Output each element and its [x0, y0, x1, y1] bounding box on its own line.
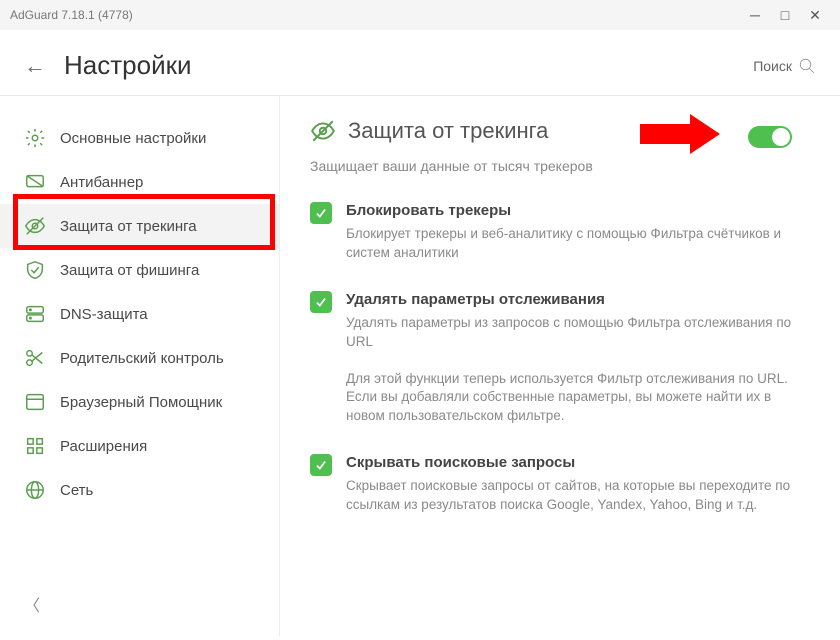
page-title: Защита от трекинга — [348, 118, 548, 144]
sidebar-item-label: Защита от фишинга — [60, 262, 199, 279]
sidebar-item-label: DNS-защита — [60, 306, 148, 323]
check-icon — [314, 458, 328, 472]
sidebar-item-antibanner[interactable]: Антибаннер — [0, 160, 279, 204]
maximize-button[interactable]: □ — [770, 7, 800, 23]
sidebar-item-label: Антибаннер — [60, 174, 143, 191]
option-remove-tracking-params: Удалять параметры отслеживания Удалять п… — [310, 291, 800, 352]
sidebar-item-dns[interactable]: DNS-защита — [0, 292, 279, 336]
sidebar-item-label: Основные настройки — [60, 130, 206, 147]
shield-check-icon — [24, 259, 46, 281]
sidebar-collapse-button[interactable]: 〈 — [0, 582, 279, 626]
title-bar: AdGuard 7.18.1 (4778) ─ □ ✕ — [0, 0, 840, 30]
option-block-trackers: Блокировать трекеры Блокирует трекеры и … — [310, 202, 800, 263]
option-title: Блокировать трекеры — [346, 202, 800, 219]
sidebar-item-label: Браузерный Помощник — [60, 394, 222, 411]
option-desc: Блокирует трекеры и веб-аналитику с помо… — [346, 225, 800, 263]
grid-icon — [24, 435, 46, 457]
monitor-slash-icon — [24, 171, 46, 193]
close-button[interactable]: ✕ — [800, 7, 830, 24]
option-hide-search-queries: Скрывать поисковые запросы Скрывает поис… — [310, 454, 800, 515]
page-title-row: Защита от трекинга — [310, 118, 800, 144]
search-icon — [798, 57, 816, 75]
toggle-knob — [772, 128, 790, 146]
sidebar-item-parental[interactable]: Родительский контроль — [0, 336, 279, 380]
sidebar-item-label: Расширения — [60, 438, 147, 455]
check-icon — [314, 206, 328, 220]
eye-slash-icon — [24, 215, 46, 237]
page-heading: Настройки — [64, 50, 753, 81]
option-note: Для этой функции теперь используется Фил… — [346, 370, 800, 427]
scissors-icon — [24, 347, 46, 369]
option-desc: Скрывает поисковые запросы от сайтов, на… — [346, 477, 800, 515]
tracking-protection-toggle[interactable] — [748, 126, 792, 148]
option-desc: Удалять параметры из запросов с помощью … — [346, 314, 800, 352]
sidebar-item-label: Родительский контроль — [60, 350, 224, 367]
sidebar-item-tracking[interactable]: Защита от трекинга — [0, 204, 279, 248]
sidebar-item-extensions[interactable]: Расширения — [0, 424, 279, 468]
sidebar-item-label: Сеть — [60, 482, 93, 499]
window-title: AdGuard 7.18.1 (4778) — [10, 8, 740, 22]
sidebar-item-assistant[interactable]: Браузерный Помощник — [0, 380, 279, 424]
server-icon — [24, 303, 46, 325]
back-arrow-icon[interactable]: ← — [24, 53, 46, 79]
sidebar-item-network[interactable]: Сеть — [0, 468, 279, 512]
minimize-button[interactable]: ─ — [740, 7, 770, 23]
checkbox-remove-tracking-params[interactable] — [310, 291, 332, 313]
eye-slash-icon — [310, 118, 336, 144]
option-title: Удалять параметры отслеживания — [346, 291, 800, 308]
sidebar-item-label: Защита от трекинга — [60, 218, 197, 235]
globe-icon — [24, 479, 46, 501]
search-label: Поиск — [753, 58, 792, 74]
header: ← Настройки Поиск — [0, 30, 840, 95]
content-pane: Защита от трекинга Защищает ваши данные … — [280, 96, 840, 636]
sidebar-item-general[interactable]: Основные настройки — [0, 116, 279, 160]
search-button[interactable]: Поиск — [753, 57, 816, 75]
sidebar: Основные настройки Антибаннер Защита от … — [0, 96, 280, 636]
page-subtitle: Защищает ваши данные от тысяч трекеров — [310, 158, 800, 174]
check-icon — [314, 295, 328, 309]
checkbox-hide-search-queries[interactable] — [310, 454, 332, 476]
checkbox-block-trackers[interactable] — [310, 202, 332, 224]
window-icon — [24, 391, 46, 413]
gear-icon — [24, 127, 46, 149]
option-title: Скрывать поисковые запросы — [346, 454, 800, 471]
sidebar-item-phishing[interactable]: Защита от фишинга — [0, 248, 279, 292]
